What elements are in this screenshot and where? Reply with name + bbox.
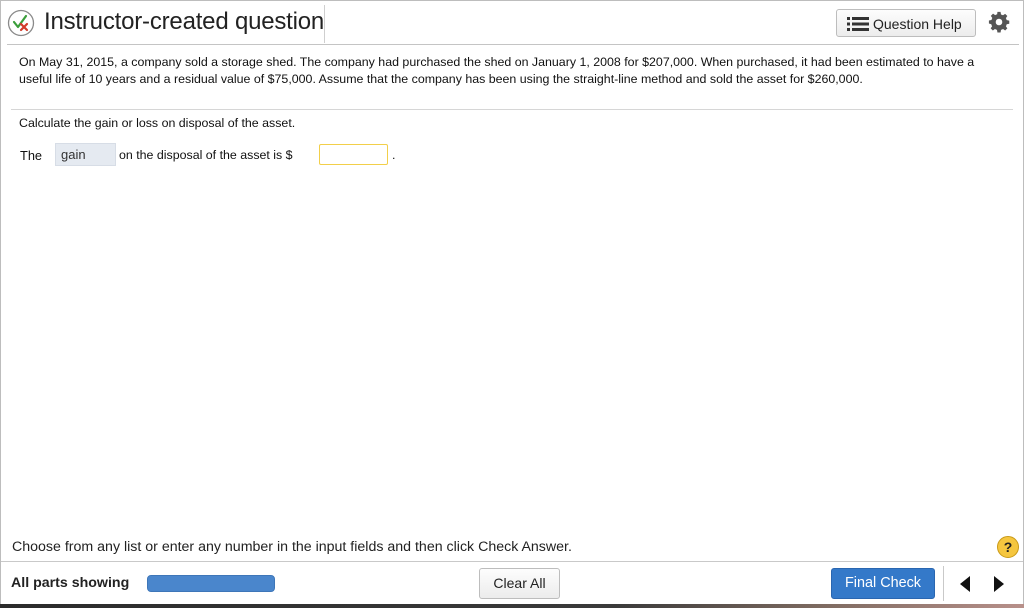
answer-prefix: The bbox=[20, 148, 43, 163]
parts-status-label: All parts showing bbox=[11, 575, 130, 591]
question-help-button[interactable]: Question Help bbox=[836, 9, 976, 37]
question-instruction: Calculate the gain or loss on disposal o… bbox=[19, 116, 296, 130]
progress-fill bbox=[148, 576, 274, 591]
question-frame: Instructor-created question Question Hel… bbox=[0, 0, 1024, 605]
footer-divider bbox=[1, 561, 1023, 562]
answer-suffix: . bbox=[392, 148, 396, 162]
amount-input[interactable] bbox=[319, 144, 388, 165]
section-divider bbox=[11, 109, 1013, 110]
question-help-label: Question Help bbox=[873, 16, 962, 32]
clear-all-button[interactable]: Clear All bbox=[479, 568, 560, 599]
help-icon[interactable]: ? bbox=[997, 536, 1019, 558]
final-check-button[interactable]: Final Check bbox=[831, 568, 935, 599]
window-bottom-edge bbox=[0, 604, 1024, 608]
next-arrow-icon[interactable] bbox=[987, 573, 1011, 595]
gain-loss-select[interactable]: gain bbox=[55, 143, 116, 166]
header-divider bbox=[7, 44, 1019, 45]
page-title: Instructor-created question bbox=[44, 8, 325, 35]
previous-arrow-icon[interactable] bbox=[953, 573, 977, 595]
check-x-icon bbox=[7, 9, 35, 37]
answer-middle-text: on the disposal of the asset is $ bbox=[119, 148, 293, 162]
gear-icon[interactable] bbox=[988, 11, 1010, 33]
footer-instruction: Choose from any list or enter any number… bbox=[12, 539, 572, 555]
list-icon bbox=[847, 17, 869, 31]
parts-progress-bar bbox=[147, 575, 275, 592]
title-divider bbox=[324, 5, 325, 43]
header-bar: Instructor-created question Question Hel… bbox=[1, 1, 1023, 43]
problem-statement: On May 31, 2015, a company sold a storag… bbox=[19, 55, 975, 86]
nav-divider bbox=[943, 566, 944, 601]
